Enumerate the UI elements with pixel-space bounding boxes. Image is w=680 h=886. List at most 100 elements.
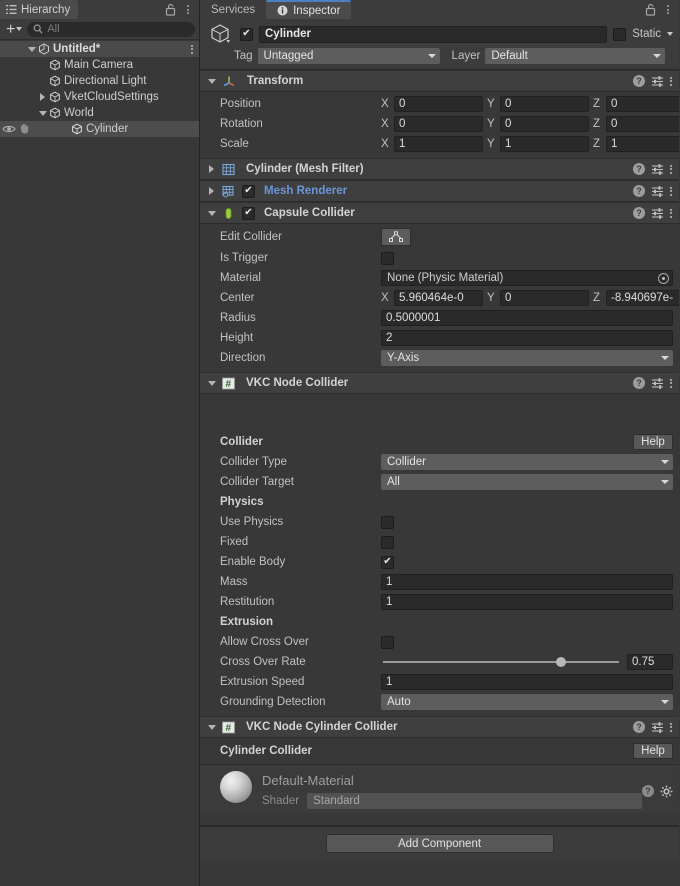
component-header-vkc-node-collider[interactable]: # VKC Node Collider ? bbox=[200, 372, 679, 394]
help-icon[interactable]: ? bbox=[633, 377, 645, 389]
cross-over-rate-input[interactable]: 0.75 bbox=[627, 654, 673, 670]
center-x-input[interactable]: 5.960464e-0 bbox=[394, 290, 483, 306]
hierarchy-row-scene[interactable]: Untitled* bbox=[0, 41, 199, 57]
gameobject-enabled-checkbox[interactable] bbox=[240, 28, 253, 41]
enable-body-checkbox[interactable] bbox=[381, 556, 394, 569]
collider-type-dropdown[interactable]: Collider bbox=[381, 454, 673, 470]
rotation-z-input[interactable]: 0 bbox=[606, 116, 679, 132]
tab-hierarchy[interactable]: Hierarchy bbox=[0, 0, 78, 19]
lock-open-icon[interactable] bbox=[643, 2, 658, 17]
radius-input[interactable]: 0.5000001 bbox=[381, 310, 673, 326]
component-header-vkc-node-cylinder-collider[interactable]: # VKC Node Cylinder Collider ? bbox=[200, 716, 679, 738]
fixed-checkbox[interactable] bbox=[381, 536, 394, 549]
preset-settings-icon[interactable] bbox=[651, 163, 664, 176]
restitution-input[interactable]: 1 bbox=[381, 594, 673, 610]
rotation-y-input[interactable]: 0 bbox=[500, 116, 589, 132]
component-header-mesh-renderer[interactable]: Mesh Renderer ? bbox=[200, 180, 679, 202]
static-checkbox[interactable] bbox=[613, 28, 626, 41]
position-z-input[interactable]: 0 bbox=[606, 96, 679, 112]
tab-inspector[interactable]: Inspector bbox=[266, 0, 351, 19]
kebab-menu-icon[interactable] bbox=[670, 77, 672, 86]
cylinder-collider-help-button[interactable]: Help bbox=[633, 743, 673, 759]
scale-x-input[interactable]: 1 bbox=[394, 136, 483, 152]
add-gameobject-button[interactable]: + bbox=[4, 23, 24, 36]
collider-help-button[interactable]: Help bbox=[633, 434, 673, 450]
kebab-menu-icon[interactable] bbox=[660, 2, 675, 17]
layer-dropdown[interactable]: Default bbox=[485, 48, 665, 64]
eye-visibility-icon[interactable] bbox=[2, 124, 16, 134]
pickability-hand-icon[interactable] bbox=[19, 123, 31, 135]
hierarchy-search-input[interactable]: All bbox=[27, 22, 195, 37]
preset-settings-icon[interactable] bbox=[651, 721, 664, 734]
collider-target-dropdown[interactable]: All bbox=[381, 474, 673, 490]
cross-over-rate-slider[interactable] bbox=[381, 654, 621, 670]
component-header-transform[interactable]: Transform ? bbox=[200, 70, 679, 92]
vkc-node-cylinder-collider-expand-arrow[interactable] bbox=[206, 725, 217, 730]
material-preview-block[interactable]: Default-Material Shader Standard ? bbox=[200, 764, 679, 813]
help-icon[interactable]: ? bbox=[633, 185, 645, 197]
capsule-collider-expand-arrow[interactable] bbox=[206, 211, 217, 216]
kebab-menu-icon[interactable] bbox=[670, 723, 672, 732]
hierarchy-row-vketcloudsettings[interactable]: VketCloudSettings bbox=[0, 89, 199, 105]
position-x-input[interactable]: 0 bbox=[394, 96, 483, 112]
gameobject-name-input[interactable]: Cylinder bbox=[259, 26, 607, 43]
kebab-menu-icon[interactable] bbox=[670, 209, 672, 218]
preset-settings-icon[interactable] bbox=[651, 75, 664, 88]
hierarchy-row-directional-light[interactable]: Directional Light bbox=[0, 73, 199, 89]
center-y-input[interactable]: 0 bbox=[500, 290, 589, 306]
mass-input[interactable]: 1 bbox=[381, 574, 673, 590]
scene-expand-arrow[interactable] bbox=[26, 47, 37, 52]
lock-open-icon[interactable] bbox=[163, 2, 178, 17]
help-icon[interactable]: ? bbox=[633, 163, 645, 175]
rotation-x-input[interactable]: 0 bbox=[394, 116, 483, 132]
help-icon[interactable]: ? bbox=[633, 721, 645, 733]
use-physics-checkbox[interactable] bbox=[381, 516, 394, 529]
kebab-menu-icon[interactable] bbox=[670, 165, 672, 174]
transform-expand-arrow[interactable] bbox=[206, 79, 217, 84]
preset-settings-icon[interactable] bbox=[651, 207, 664, 220]
is-trigger-checkbox[interactable] bbox=[381, 252, 394, 265]
allow-cross-over-checkbox[interactable] bbox=[381, 636, 394, 649]
static-dropdown-chevron-icon[interactable] bbox=[667, 32, 673, 36]
scene-kebab-menu-icon[interactable] bbox=[191, 41, 193, 57]
shader-dropdown[interactable]: Standard bbox=[307, 793, 642, 809]
preset-settings-icon[interactable] bbox=[651, 377, 664, 390]
component-header-mesh-filter[interactable]: Cylinder (Mesh Filter) ? bbox=[200, 158, 679, 180]
mesh-renderer-enabled-checkbox[interactable] bbox=[242, 185, 255, 198]
help-icon[interactable]: ? bbox=[633, 75, 645, 87]
tag-dropdown[interactable]: Untagged bbox=[258, 48, 440, 64]
preset-settings-icon[interactable] bbox=[651, 185, 664, 198]
edit-collider-button[interactable] bbox=[381, 228, 411, 246]
extrusion-speed-input[interactable]: 1 bbox=[381, 674, 673, 690]
hierarchy-row-main-camera[interactable]: Main Camera bbox=[0, 57, 199, 73]
hierarchy-item-label: Cylinder bbox=[86, 123, 128, 135]
position-y-input[interactable]: 0 bbox=[500, 96, 589, 112]
scale-y-input[interactable]: 1 bbox=[500, 136, 589, 152]
kebab-menu-icon[interactable] bbox=[180, 2, 195, 17]
mesh-filter-expand-arrow[interactable] bbox=[206, 165, 217, 173]
scale-z-input[interactable]: 1 bbox=[606, 136, 679, 152]
mesh-renderer-expand-arrow[interactable] bbox=[206, 187, 217, 195]
direction-dropdown[interactable]: Y-Axis bbox=[381, 350, 673, 366]
expand-arrow-right-icon[interactable] bbox=[37, 93, 48, 101]
help-icon[interactable]: ? bbox=[633, 207, 645, 219]
object-picker-icon[interactable] bbox=[658, 273, 669, 284]
kebab-menu-icon[interactable] bbox=[670, 379, 672, 388]
capsule-collider-enabled-checkbox[interactable] bbox=[242, 207, 255, 220]
physic-material-field[interactable]: None (Physic Material) bbox=[381, 270, 673, 286]
vkc-node-collider-expand-arrow[interactable] bbox=[206, 381, 217, 386]
kebab-menu-icon[interactable] bbox=[670, 187, 672, 196]
help-icon[interactable]: ? bbox=[642, 785, 654, 797]
material-expand-arrow[interactable] bbox=[206, 771, 220, 809]
hierarchy-row-world[interactable]: World bbox=[0, 105, 199, 121]
center-z-input[interactable]: -8.940697e- bbox=[606, 290, 679, 306]
hierarchy-row-cylinder[interactable]: Cylinder bbox=[0, 121, 199, 137]
slider-handle[interactable] bbox=[556, 657, 566, 667]
component-header-capsule-collider[interactable]: Capsule Collider ? bbox=[200, 202, 679, 224]
add-component-button[interactable]: Add Component bbox=[326, 834, 554, 853]
tab-services[interactable]: Services bbox=[200, 0, 266, 19]
gear-icon[interactable] bbox=[660, 785, 673, 798]
height-input[interactable]: 2 bbox=[381, 330, 673, 346]
expand-arrow-down-icon[interactable] bbox=[37, 111, 48, 116]
grounding-detection-dropdown[interactable]: Auto bbox=[381, 694, 673, 710]
